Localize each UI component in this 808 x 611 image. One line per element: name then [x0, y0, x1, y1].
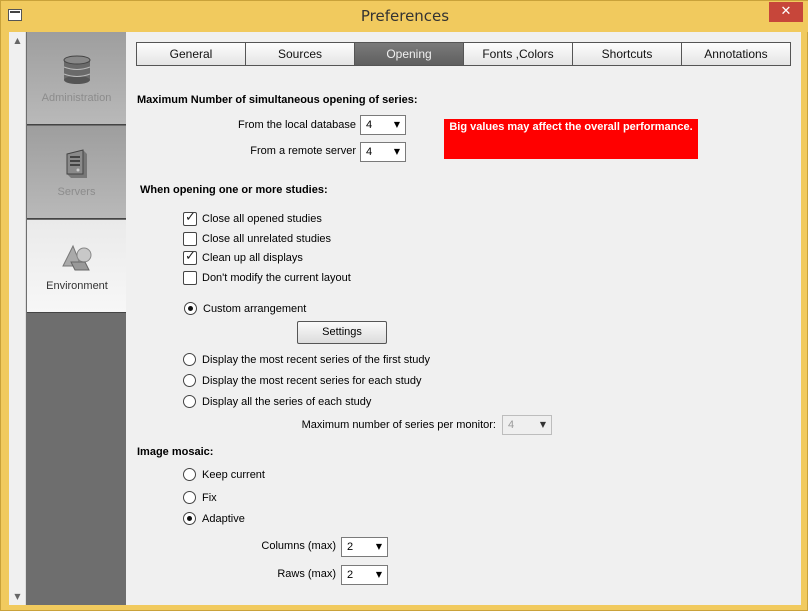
radio-all-series[interactable]: Display all the series of each study	[183, 395, 371, 408]
scroll-up-arrow-icon[interactable]: ▲	[9, 32, 26, 49]
checkbox[interactable]	[183, 249, 197, 265]
radio-label: Display the most recent series of the fi…	[202, 353, 431, 366]
sidebar: Administration Servers Environment	[26, 32, 127, 605]
sidebar-item-label: Servers	[57, 186, 96, 198]
radio-button[interactable]	[183, 512, 196, 525]
tab-annotations[interactable]: Annotations	[682, 43, 790, 65]
checkbox[interactable]	[183, 271, 197, 285]
shapes-icon	[62, 244, 92, 271]
sidebar-scrollbar[interactable]: ▲ ▼	[9, 32, 26, 605]
tab-shortcuts[interactable]: Shortcuts	[573, 43, 682, 65]
radio-each-study-recent[interactable]: Display the most recent series for each …	[183, 374, 421, 387]
title-bar[interactable]: Preferences ✕	[1, 1, 808, 32]
max-open-heading: Maximum Number of simultaneous opening o…	[137, 94, 418, 106]
chevron-down-icon: ▼	[375, 570, 382, 579]
sidebar-item-label: Administration	[41, 92, 112, 104]
tab-fonts-colors[interactable]: Fonts ,Colors	[464, 43, 573, 65]
check-keep-layout[interactable]: Don't modify the current layout	[183, 271, 351, 285]
window-title: Preferences	[360, 7, 450, 25]
radio-label: Display all the series of each study	[202, 395, 372, 408]
radio-button[interactable]	[183, 491, 196, 504]
preferences-window: Preferences ✕ ▲ ▼ Administration Servers…	[0, 0, 808, 611]
checkbox[interactable]	[183, 210, 197, 226]
sidebar-item-servers[interactable]: Servers	[27, 126, 126, 219]
check-label: Close all unrelated studies	[202, 233, 332, 245]
rows-dropdown[interactable]: 2 ▼	[341, 565, 388, 585]
check-label: Don't modify the current layout	[202, 272, 351, 284]
check-close-opened[interactable]: Close all opened studies	[183, 210, 322, 226]
radio-button[interactable]	[183, 468, 196, 481]
sidebar-item-administration[interactable]: Administration	[27, 32, 126, 125]
check-close-unrelated[interactable]: Close all unrelated studies	[183, 232, 331, 246]
radio-label: Display the most recent series for each …	[202, 374, 422, 387]
radio-label: Adaptive	[202, 512, 245, 525]
settings-panel: General Sources Opening Fonts ,Colors Sh…	[126, 32, 801, 605]
radio-button[interactable]	[183, 353, 196, 366]
columns-label: Columns (max)	[261, 540, 336, 552]
check-clean-up-displays[interactable]: Clean up all displays	[183, 249, 303, 265]
performance-warning: Big values may affect the overall perfor…	[444, 119, 698, 159]
settings-button[interactable]: Settings	[297, 321, 387, 344]
window-client: ▲ ▼ Administration Servers Environment G…	[9, 32, 801, 605]
local-database-label: From the local database	[237, 119, 356, 131]
radio-button[interactable]	[183, 395, 196, 408]
database-icon	[63, 55, 91, 84]
server-icon	[66, 149, 87, 178]
sidebar-item-environment[interactable]: Environment	[27, 220, 127, 313]
radio-adaptive[interactable]: Adaptive	[183, 512, 245, 525]
studies-heading: When opening one or more studies:	[140, 184, 328, 196]
mosaic-heading: Image mosaic:	[137, 446, 214, 458]
tab-opening[interactable]: Opening	[355, 43, 464, 65]
radio-label: Fix	[202, 491, 217, 504]
radio-label: Custom arrangement	[203, 302, 307, 315]
radio-button[interactable]	[183, 374, 196, 387]
chevron-down-icon: ▼	[539, 420, 546, 429]
rows-label: Raws (max)	[277, 568, 336, 580]
tab-sources[interactable]: Sources	[246, 43, 355, 65]
radio-button[interactable]	[184, 302, 197, 315]
radio-keep-current[interactable]: Keep current	[183, 468, 265, 481]
sidebar-item-label: Environment	[46, 280, 108, 292]
radio-custom-arrangement[interactable]: Custom arrangement	[184, 302, 306, 315]
max-per-monitor-value: 4	[508, 419, 515, 431]
checkbox[interactable]	[183, 232, 197, 246]
chevron-down-icon: ▼	[375, 542, 382, 551]
tab-bar: General Sources Opening Fonts ,Colors Sh…	[136, 42, 791, 66]
tab-general[interactable]: General	[137, 43, 246, 65]
max-per-monitor-dropdown[interactable]: 4 ▼	[502, 415, 552, 435]
radio-first-study-recent[interactable]: Display the most recent series of the fi…	[183, 353, 430, 366]
chevron-down-icon: ▼	[393, 120, 400, 129]
check-label: Close all opened studies	[202, 213, 322, 225]
remote-server-dropdown[interactable]: 4 ▼	[360, 142, 406, 162]
local-database-dropdown[interactable]: 4 ▼	[360, 115, 406, 135]
scroll-down-arrow-icon[interactable]: ▼	[9, 588, 26, 605]
radio-fix[interactable]: Fix	[183, 491, 217, 504]
chevron-down-icon: ▼	[393, 147, 400, 156]
remote-server-value: 4	[366, 146, 373, 158]
max-per-monitor-label: Maximum number of series per monitor:	[301, 419, 496, 431]
rows-value: 2	[347, 569, 354, 581]
check-label: Clean up all displays	[202, 252, 303, 264]
remote-server-label: From a remote server	[250, 145, 356, 157]
close-button[interactable]: ✕	[769, 2, 803, 22]
radio-label: Keep current	[202, 468, 265, 481]
columns-dropdown[interactable]: 2 ▼	[341, 537, 388, 557]
columns-value: 2	[347, 541, 354, 553]
local-database-value: 4	[366, 119, 373, 131]
